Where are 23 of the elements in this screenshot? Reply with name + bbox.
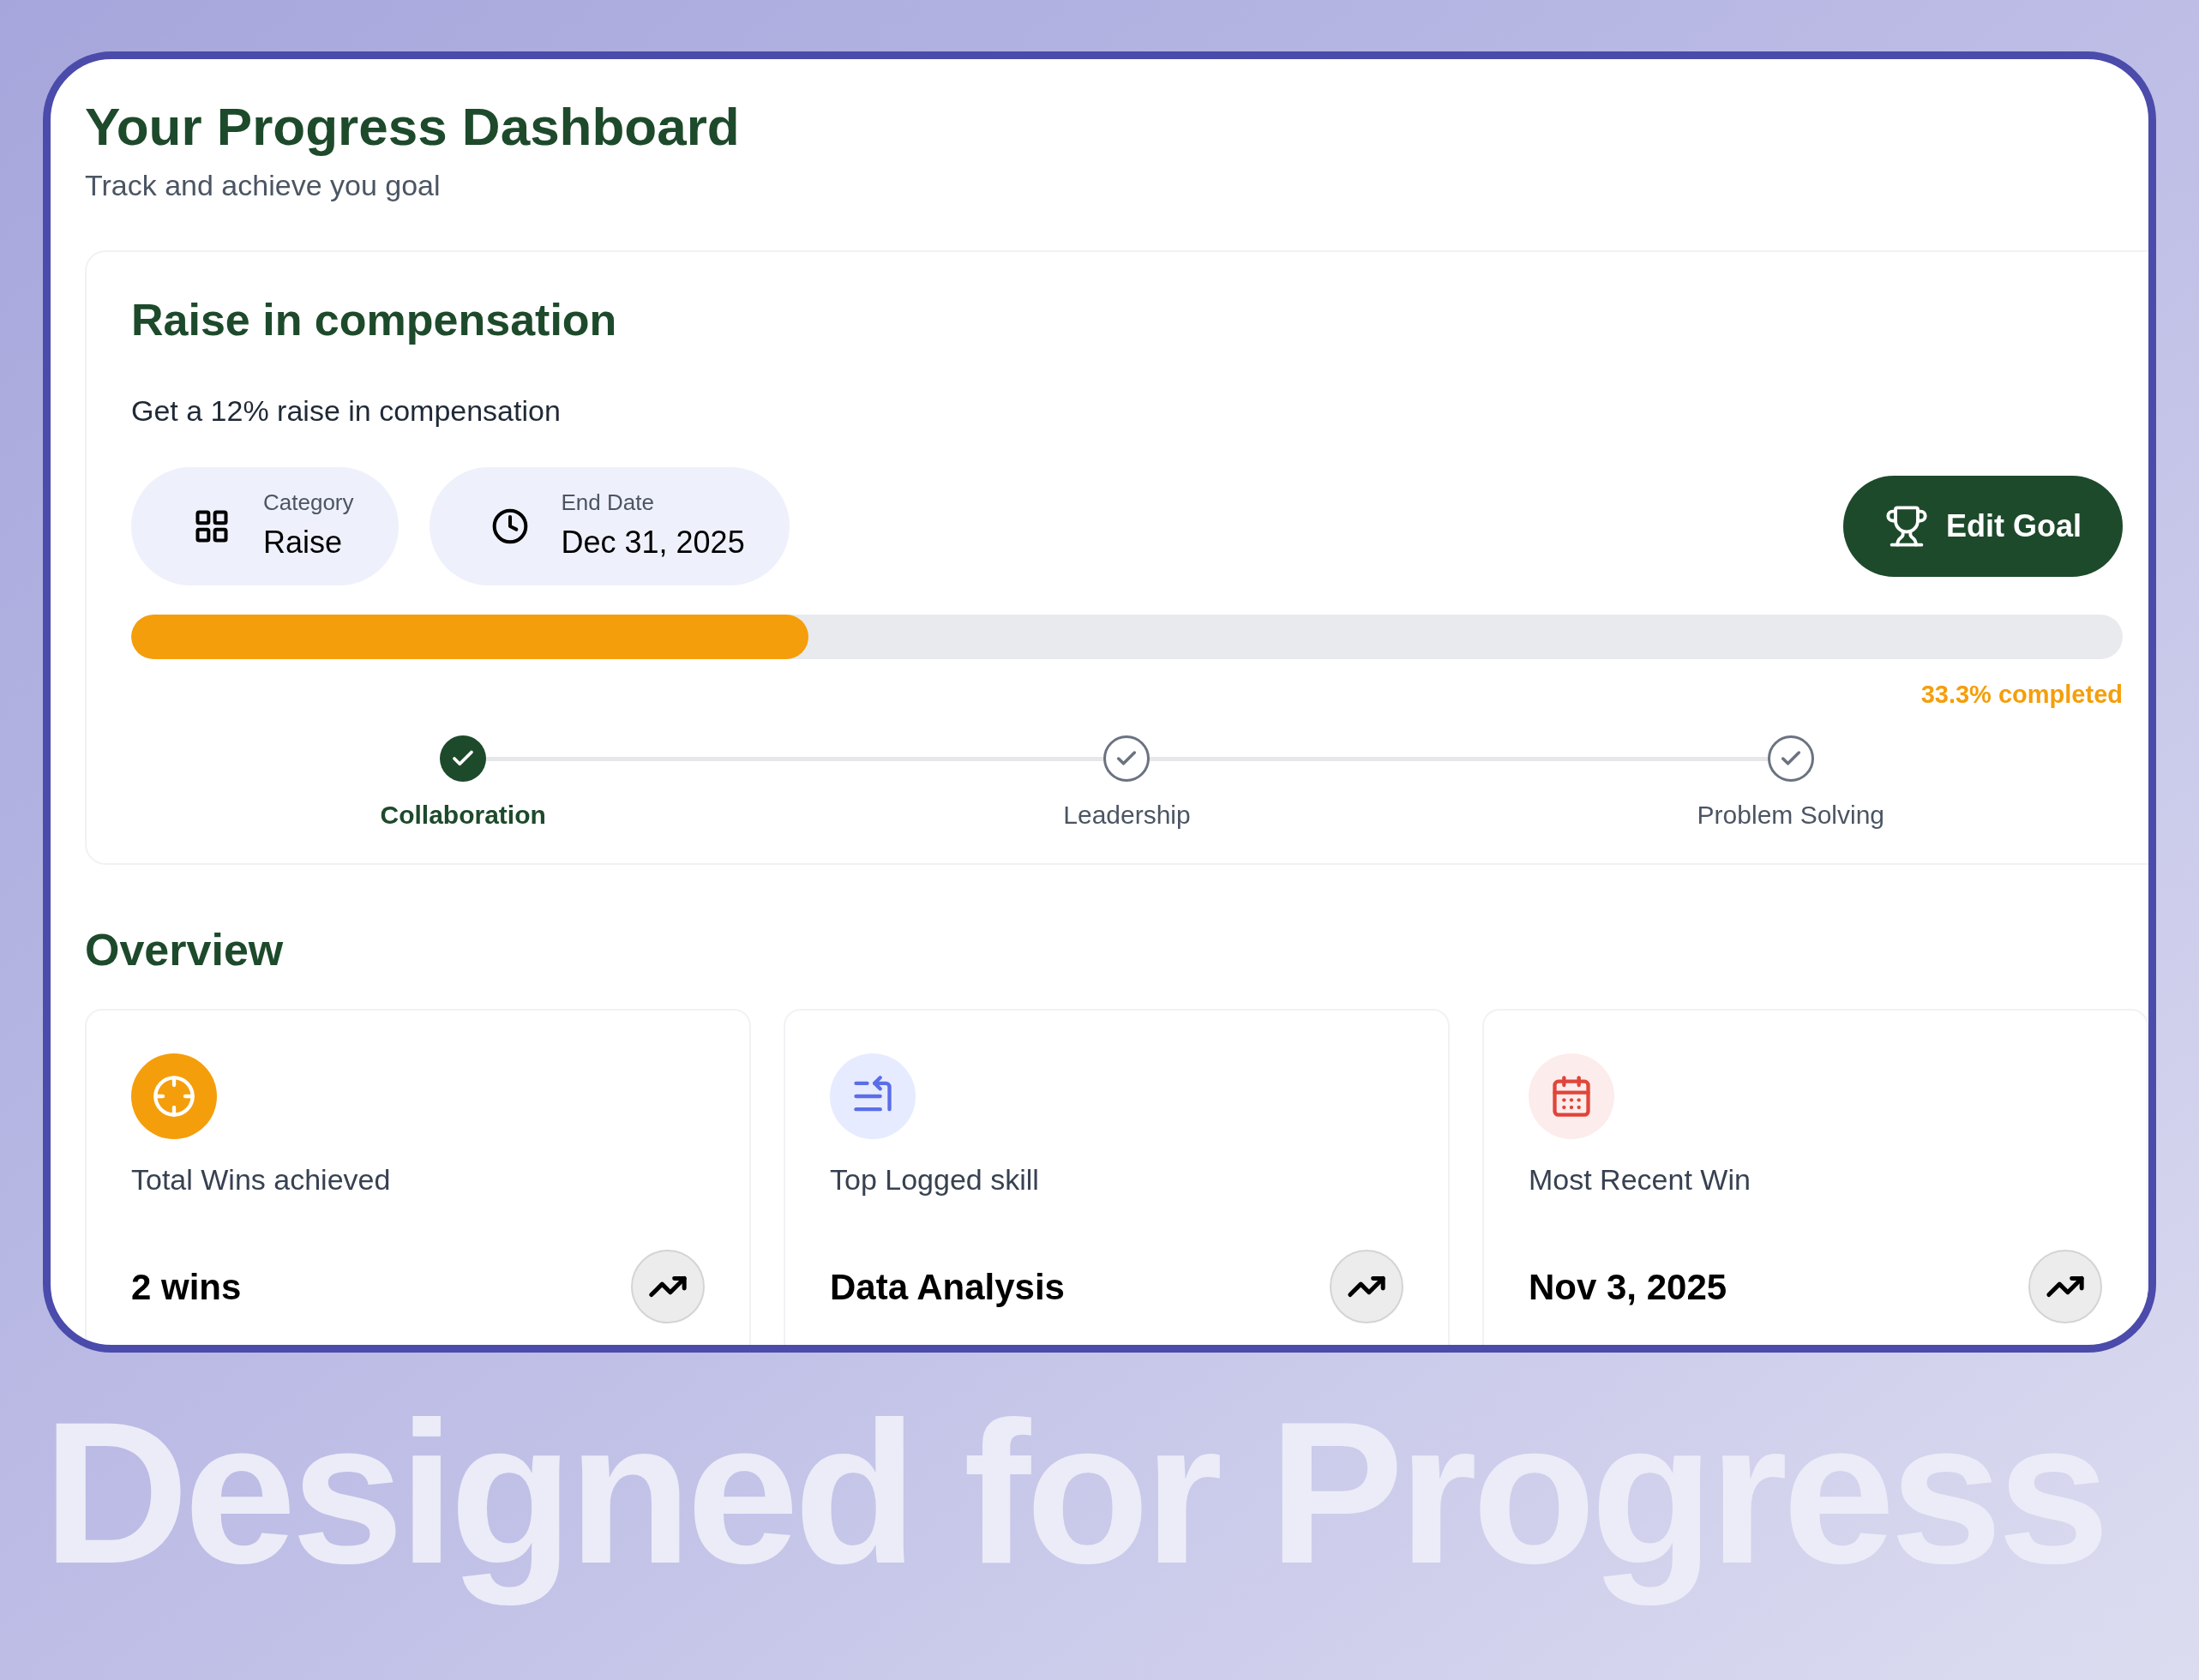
chip-value: Dec 31, 2025: [561, 524, 745, 561]
goal-title: Raise in compensation: [131, 293, 618, 346]
milestone-label: Collaboration: [380, 800, 546, 831]
stat-value: 2 wins: [131, 1265, 242, 1309]
progress-reading: 33.3% completed: [1920, 679, 2123, 710]
milestone-label: Leadership: [1063, 800, 1191, 831]
stat-label: Total Wins achieved: [131, 1162, 392, 1197]
stat-value: Data Analysis: [830, 1265, 1065, 1309]
stat-label: Top Logged skill: [830, 1162, 1040, 1197]
clock-icon: [490, 507, 529, 545]
chip-label: Category: [263, 489, 354, 517]
chip-label: End Date: [561, 489, 655, 517]
trophy-icon: [1884, 503, 1929, 549]
target-icon: [152, 1074, 196, 1119]
stat-label: Most Recent Win: [1529, 1162, 1751, 1197]
page-subtitle: Track and achieve you goal: [85, 167, 442, 203]
edit-goal-button[interactable]: Edit Goal: [1843, 475, 2123, 577]
goal-description: Get a 12% raise in compensation: [131, 393, 562, 429]
chip-value: Raise: [263, 524, 344, 561]
milestone-label: Problem Solving: [1697, 800, 1885, 831]
stat-value: Nov 3, 2025: [1529, 1265, 1727, 1309]
overview-title: Overview: [85, 924, 285, 976]
page-title: Your Progress Dashboard: [85, 96, 741, 158]
